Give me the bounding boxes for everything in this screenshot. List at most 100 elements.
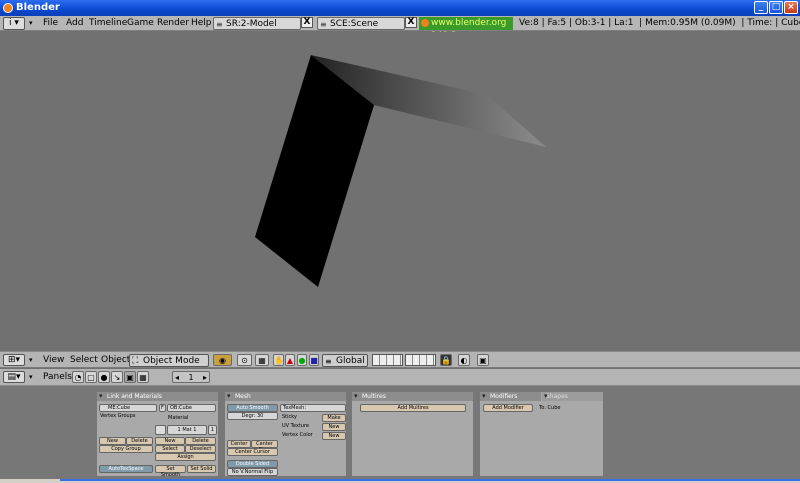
maximize-button[interactable]: □ xyxy=(769,1,783,14)
material-index-field[interactable]: 1 Mat 1 xyxy=(167,425,207,435)
manipulator-hand-icon[interactable]: ✋ xyxy=(273,354,284,366)
menu-timeline[interactable]: Timeline xyxy=(89,17,127,30)
decrement-icon[interactable]: ◂ xyxy=(175,372,179,383)
menu-render[interactable]: Render xyxy=(157,17,189,30)
degree-field[interactable]: Degr: 30 xyxy=(227,412,278,420)
object-tab-icon[interactable]: ↘ xyxy=(111,371,123,383)
material-select-button[interactable]: Select xyxy=(155,445,185,453)
material-assign-button[interactable]: Assign xyxy=(155,453,216,461)
scene-name[interactable]: SCE:Scene xyxy=(330,19,378,29)
vgroup-new-button[interactable]: New xyxy=(99,437,126,445)
set-smooth-button[interactable]: Set Smooth xyxy=(155,465,186,478)
add-modifier-button[interactable]: Add Modifier xyxy=(483,404,533,412)
editing-tab-icon[interactable]: ▣ xyxy=(124,371,136,383)
manipulator-translate-icon[interactable]: ▲ xyxy=(285,354,295,366)
material-new-button[interactable]: New xyxy=(155,437,185,445)
window-title: Blender xyxy=(16,2,60,13)
center-new-button[interactable]: Center New xyxy=(251,440,278,453)
mode-label: Object Mode xyxy=(143,356,200,366)
delete-screen-button[interactable]: X xyxy=(301,17,313,28)
menu-view[interactable]: View xyxy=(43,354,64,367)
viewport-canvas[interactable] xyxy=(0,32,800,351)
scene-browse-icon[interactable]: ≡ xyxy=(320,18,327,31)
center-cursor-button[interactable]: Center Cursor xyxy=(227,448,278,456)
sticky-make-button[interactable]: Make xyxy=(322,414,346,422)
editor-type-3dview-icon[interactable]: ⊞▾ xyxy=(3,354,25,366)
menu-help[interactable]: Help xyxy=(191,17,212,30)
set-solid-button[interactable]: Set Solid xyxy=(187,465,216,473)
autotexspace-button[interactable]: AutoTexSpace xyxy=(99,465,153,473)
minimize-button[interactable]: _ xyxy=(754,1,768,14)
center-button[interactable]: Center xyxy=(227,440,251,448)
material-delete-button[interactable]: Delete xyxy=(185,437,216,445)
menu-select[interactable]: Select xyxy=(70,354,98,367)
material-total-field[interactable]: 1 xyxy=(208,425,217,435)
3d-view-header: ⊞▾ ▾ View Select Object ⛶ Object Mode ◉ … xyxy=(0,351,800,368)
script-tab-icon[interactable]: ▢ xyxy=(85,371,97,383)
layer-lock-icon[interactable]: ▦ xyxy=(255,354,269,366)
mesh-datablock-field[interactable]: ME:Cube xyxy=(99,404,157,412)
draw-type-icon[interactable]: ◉ xyxy=(213,354,232,366)
transform-orientation-selector[interactable]: ≡ Global xyxy=(322,354,368,367)
menu-file[interactable]: File xyxy=(43,17,58,30)
panel-title[interactable]: Link and Materials xyxy=(97,392,218,401)
pivot-icon[interactable]: ⊙ xyxy=(237,354,252,366)
add-multires-button[interactable]: Add Multires xyxy=(360,404,466,412)
menu-object[interactable]: Object xyxy=(101,354,130,367)
object-mode-icon: ⛶ xyxy=(132,356,139,366)
screen-selector[interactable]: ≡ SR:2-Model xyxy=(213,17,301,30)
panels-label[interactable]: Panels xyxy=(43,371,72,384)
render-preview-icon[interactable]: ▣ xyxy=(477,354,489,366)
3d-viewport[interactable] xyxy=(0,32,800,351)
vertex-groups-label: Vertex Groups xyxy=(100,413,136,419)
vertex-color-new-button[interactable]: New xyxy=(322,432,346,440)
menu-add[interactable]: Add xyxy=(66,17,83,30)
object-datablock-field[interactable]: OB:Cube xyxy=(167,404,216,412)
material-color-swatch[interactable] xyxy=(155,425,166,435)
no-vnormal-flip-toggle[interactable]: No V.Normal Flip xyxy=(227,468,278,476)
blender-url[interactable]: www.blender.org 249.2 xyxy=(419,17,513,41)
lock-icon[interactable]: 🔒 xyxy=(440,354,452,366)
close-window-button[interactable]: × xyxy=(784,1,798,14)
page-number-field[interactable]: ◂ 1 ▸ xyxy=(172,371,210,383)
collapse-arrow-icon[interactable]: ▾ xyxy=(29,354,33,367)
fake-user-button[interactable]: F xyxy=(159,404,166,412)
increment-icon[interactable]: ▸ xyxy=(203,372,207,383)
editor-type-buttons-icon[interactable]: ▤▾ xyxy=(3,371,25,383)
tab-modifiers[interactable]: Modifiers xyxy=(480,392,541,401)
vgroup-delete-button[interactable]: Delete xyxy=(126,437,153,445)
texmesh-field[interactable]: TexMesh: xyxy=(280,404,346,412)
mode-selector[interactable]: ⛶ Object Mode xyxy=(129,354,209,367)
menu-game[interactable]: Game xyxy=(127,17,154,30)
screen-browse-icon[interactable]: ≡ xyxy=(216,18,223,31)
screen-name[interactable]: SR:2-Model xyxy=(226,19,277,29)
logic-tab-icon[interactable]: ◔ xyxy=(72,371,84,383)
link-materials-panel: Link and Materials ME:Cube F OB:Cube Ver… xyxy=(96,391,219,478)
double-sided-toggle[interactable]: Double Sided xyxy=(227,460,278,468)
layer-buttons-1[interactable] xyxy=(372,354,403,366)
modifiers-panel: Modifiers Shapes Add Modifier To: Cube xyxy=(479,391,604,477)
tab-shapes[interactable]: Shapes xyxy=(542,392,603,401)
copy-group-button[interactable]: Copy Group xyxy=(99,445,153,453)
uv-texture-new-button[interactable]: New xyxy=(322,423,346,431)
delete-scene-button[interactable]: X xyxy=(405,17,417,28)
collapse-arrow-icon[interactable]: ▾ xyxy=(29,17,33,30)
manipulator-scale-icon[interactable]: ■ xyxy=(309,354,319,366)
material-deselect-button[interactable]: Deselect xyxy=(185,445,216,453)
occlusion-icon[interactable]: ◐ xyxy=(458,354,470,366)
multires-panel: Multires Add Multires xyxy=(351,391,474,477)
orientation-label: Global xyxy=(336,356,365,366)
scene-selector[interactable]: ≡ SCE:Scene xyxy=(317,17,405,30)
collapse-arrow-icon[interactable]: ▾ xyxy=(29,371,33,384)
scene-tab-icon[interactable]: ▦ xyxy=(137,371,149,383)
panel-title[interactable]: Mesh xyxy=(225,392,346,401)
auto-smooth-toggle[interactable]: Auto Smooth xyxy=(227,404,278,412)
page-number: 1 xyxy=(188,373,194,382)
panel-title[interactable]: Multires xyxy=(352,392,473,401)
buttons-header: ▤▾ ▾ Panels ◔ ▢ ● ↘ ▣ ▦ ◂ 1 ▸ xyxy=(0,369,800,386)
manipulator-rotate-icon[interactable]: ● xyxy=(297,354,307,366)
layer-buttons-2[interactable] xyxy=(405,354,436,366)
editor-type-info-icon[interactable]: i ▾ xyxy=(3,17,25,30)
shading-tab-icon[interactable]: ● xyxy=(98,371,110,383)
scene-stats: Ve:8 | Fa:5 | Ob:3-1 | La:1 | Mem:0.95M … xyxy=(519,18,800,28)
